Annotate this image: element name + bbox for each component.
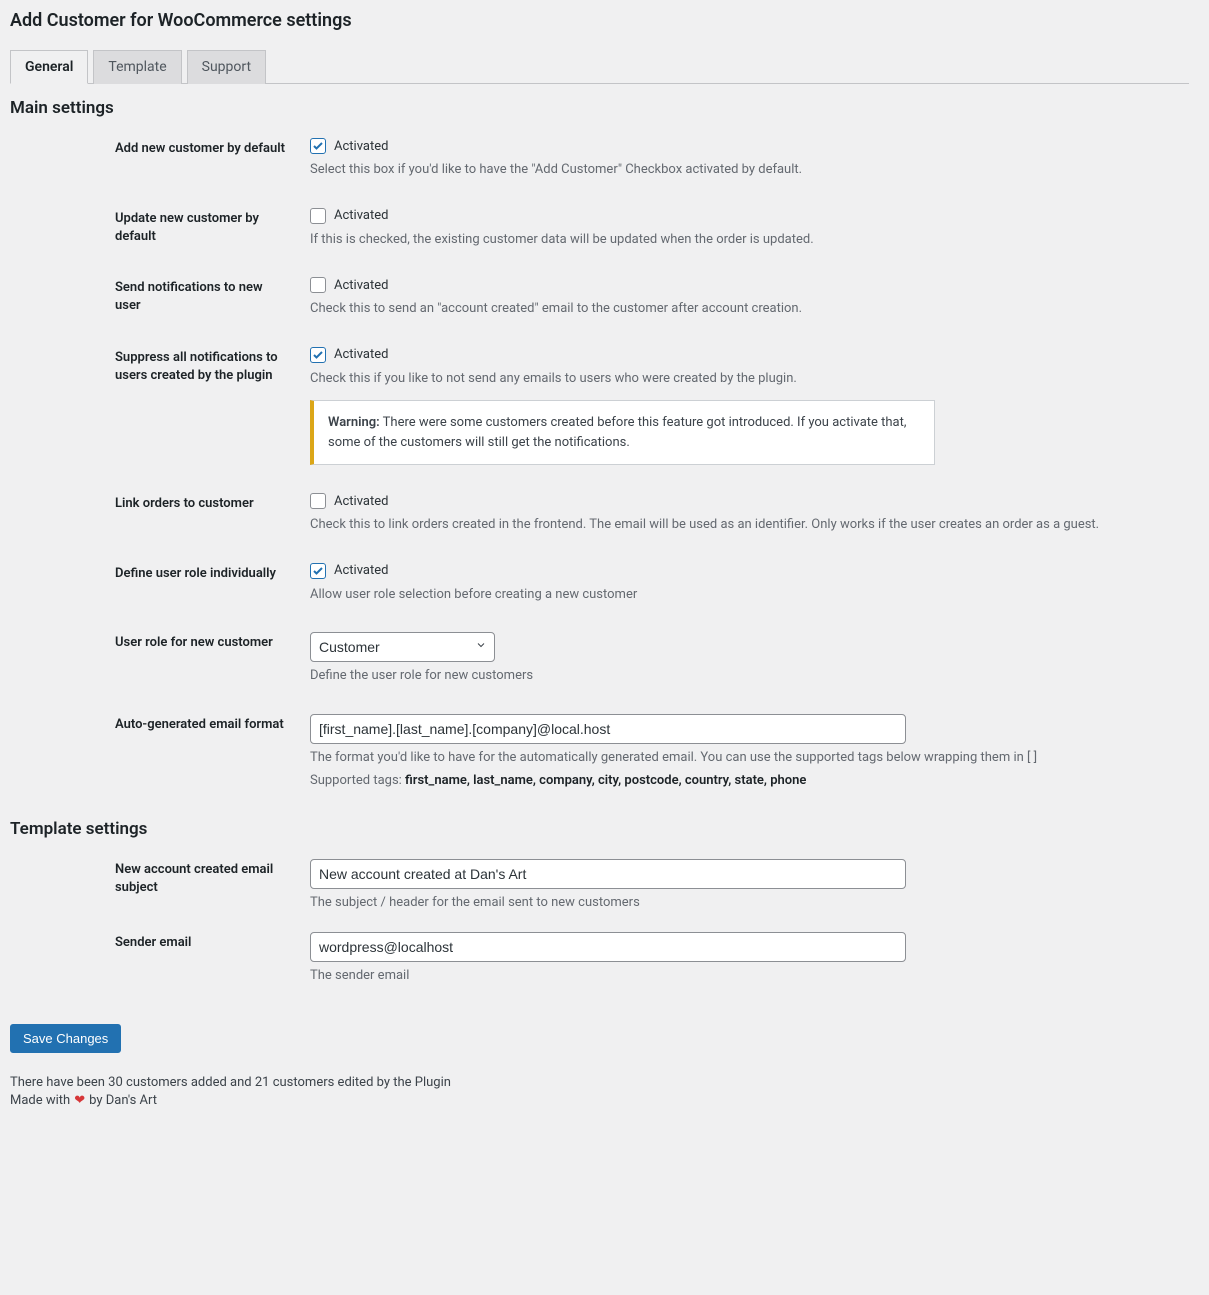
suppress-notifications-check-label: Activated [334,347,388,362]
send-notifications-desc: Check this to send an "account created" … [310,299,1189,319]
warning-label: Warning: [328,415,380,430]
update-default-desc: If this is checked, the existing custome… [310,230,1189,250]
define-role-label: Define user role individually [10,563,310,583]
define-role-desc: Allow user role selection before creatin… [310,585,1189,605]
email-format-label: Auto-generated email format [10,714,310,734]
email-format-tags: first_name, last_name, company, city, po… [405,773,806,788]
add-default-label: Add new customer by default [10,138,310,158]
footer-made-post: by Dan's Art [89,1093,157,1108]
footer-made-pre: Made with [10,1093,70,1108]
link-orders-check-label: Activated [334,494,388,509]
check-icon [312,140,324,152]
suppress-warning: Warning: There were some customers creat… [310,400,935,465]
email-subject-label: New account created email subject [10,859,310,897]
update-default-label: Update new customer by default [10,208,310,246]
tabs: General Template Support [10,49,1189,84]
send-notifications-label: Send notifications to new user [10,277,310,315]
warning-text: There were some customers created before… [328,415,906,450]
sender-email-label: Sender email [10,932,310,952]
user-role-desc: Define the user role for new customers [310,666,1189,686]
tab-support[interactable]: Support [187,50,266,84]
email-format-desc: The format you'd like to have for the au… [310,748,1189,768]
email-format-input[interactable] [310,714,906,744]
add-default-desc: Select this box if you'd like to have th… [310,160,1189,180]
link-orders-label: Link orders to customer [10,493,310,513]
add-default-check-label: Activated [334,139,388,154]
tab-template[interactable]: Template [93,50,181,84]
page-title: Add Customer for WooCommerce settings [10,10,1189,31]
define-role-check-label: Activated [334,563,388,578]
user-role-select[interactable]: Customer [310,632,495,662]
add-default-checkbox[interactable] [310,138,326,154]
suppress-notifications-checkbox[interactable] [310,347,326,363]
user-role-label: User role for new customer [10,632,310,652]
footer-made: Made with ❤ by Dan's Art [10,1093,1189,1108]
update-default-check-label: Activated [334,208,388,223]
sender-email-desc: The sender email [310,966,1189,986]
check-icon [312,349,324,361]
link-orders-checkbox[interactable] [310,493,326,509]
send-notifications-check-label: Activated [334,278,388,293]
define-role-checkbox[interactable] [310,563,326,579]
heart-icon: ❤ [74,1093,85,1108]
check-icon [312,565,324,577]
email-subject-input[interactable] [310,859,906,889]
suppress-notifications-label: Suppress all notifications to users crea… [10,347,310,385]
suppress-notifications-desc: Check this if you like to not send any e… [310,369,1189,389]
sender-email-input[interactable] [310,932,906,962]
email-subject-desc: The subject / header for the email sent … [310,893,1189,913]
save-button[interactable]: Save Changes [10,1024,121,1053]
send-notifications-checkbox[interactable] [310,277,326,293]
footer-stats: There have been 30 customers added and 2… [10,1075,1189,1090]
tab-general[interactable]: General [10,50,88,84]
link-orders-desc: Check this to link orders created in the… [310,515,1189,535]
update-default-checkbox[interactable] [310,208,326,224]
email-format-tags-label: Supported tags: [310,773,405,788]
section-template-title: Template settings [10,819,1189,839]
section-main-title: Main settings [10,98,1189,118]
